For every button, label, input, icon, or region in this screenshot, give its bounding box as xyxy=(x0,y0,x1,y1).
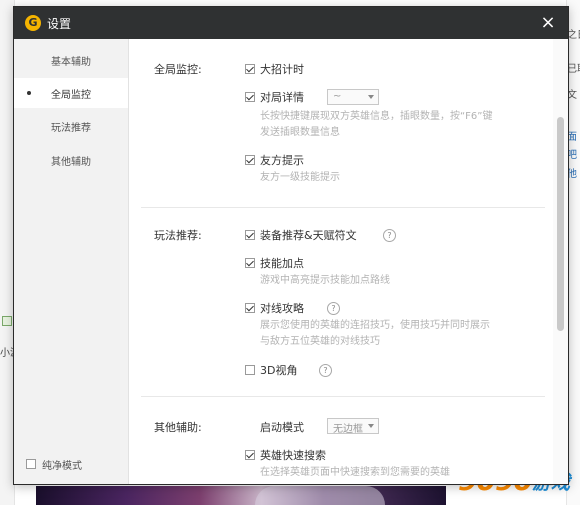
help-icon[interactable]: ? xyxy=(327,302,340,315)
option-description: 与敌方五位英雄的对线技巧 xyxy=(260,336,380,347)
pure-mode-label: 纯净模式 xyxy=(42,461,82,472)
checkbox-checked[interactable] xyxy=(245,450,255,460)
settings-dialog: G 设置 × 基本辅助 全局监控 玩法推荐 其他辅助 纯净模式 全局监控: 大招… xyxy=(13,6,569,485)
option-label: 装备推荐&天赋符文 xyxy=(260,229,357,242)
option-label: 3D视角 xyxy=(260,364,298,377)
app-logo-icon: G xyxy=(25,15,41,31)
option-description: 友方一级技能提示 xyxy=(260,172,340,183)
option-label: 对线攻略 xyxy=(260,302,304,315)
help-icon[interactable]: ? xyxy=(383,229,396,242)
section-title-recommend: 玩法推荐: xyxy=(154,229,202,242)
hotkey-dropdown[interactable]: ~ xyxy=(327,89,379,105)
launch-mode-label: 启动模式 xyxy=(260,421,304,434)
option-description: 长按快捷键展现双方英雄信息，插眼数量，按“F6”键 xyxy=(260,111,493,122)
option-label: 技能加点 xyxy=(260,257,304,270)
sidebar-item-recommend[interactable]: 玩法推荐 xyxy=(14,111,128,141)
checkbox-unchecked[interactable] xyxy=(245,365,255,375)
section-title-monitor: 全局监控: xyxy=(154,63,202,76)
option-description: 游戏中高亮提示技能加点路线 xyxy=(260,275,390,286)
sidebar-item-label: 基本辅助 xyxy=(51,57,91,68)
close-button[interactable]: × xyxy=(538,13,558,33)
background-banner-figure xyxy=(255,486,385,505)
checkbox-checked[interactable] xyxy=(245,303,255,313)
pure-mode-checkbox[interactable] xyxy=(26,459,36,469)
sidebar-item-label: 全局监控 xyxy=(51,90,91,101)
sidebar-item-other[interactable]: 其他辅助 xyxy=(14,145,128,175)
section-divider xyxy=(141,396,545,397)
sidebar-item-basic[interactable]: 基本辅助 xyxy=(14,45,128,75)
dropdown-value: 无边框 xyxy=(333,424,363,435)
sidebar-item-label: 其他辅助 xyxy=(51,157,91,168)
help-icon[interactable]: ? xyxy=(319,364,332,377)
dialog-titlebar[interactable]: G 设置 × xyxy=(14,7,568,39)
checkbox-checked[interactable] xyxy=(245,258,255,268)
section-divider xyxy=(141,207,545,208)
option-label: 对局详情 xyxy=(260,91,304,104)
checkbox-checked[interactable] xyxy=(245,92,255,102)
settings-content: 全局监控: 大招计时 对局详情 ~ 长按快捷键展现双方英雄信息，插眼数量，按“F… xyxy=(129,39,553,484)
option-label: 友方提示 xyxy=(260,154,304,167)
dropdown-value: ~ xyxy=(333,91,342,102)
option-label: 英雄快速搜索 xyxy=(260,449,326,462)
section-title-other: 其他辅助: xyxy=(154,421,202,434)
launch-mode-dropdown[interactable]: 无边框 xyxy=(327,418,379,435)
checkbox-checked[interactable] xyxy=(245,155,255,165)
chevron-down-icon xyxy=(368,95,374,99)
checkbox-checked[interactable] xyxy=(245,230,255,240)
checkbox-checked[interactable] xyxy=(245,64,255,74)
dialog-title: 设置 xyxy=(47,17,72,31)
background-image-icon xyxy=(2,316,12,326)
content-scrollbar[interactable] xyxy=(553,39,568,484)
option-description: 展示您使用的英雄的连招技巧，使用技巧并同时展示 xyxy=(260,320,490,331)
sidebar-item-label: 玩法推荐 xyxy=(51,123,91,134)
scrollbar-thumb[interactable] xyxy=(557,117,564,331)
chevron-down-icon xyxy=(368,424,374,428)
active-indicator-dot xyxy=(27,91,31,95)
option-label: 大招计时 xyxy=(260,63,304,76)
sidebar-item-monitor[interactable]: 全局监控 xyxy=(14,78,128,108)
option-description: 在选择英雄页面中快速搜索到您需要的英雄 xyxy=(260,467,450,478)
option-description: 发送插眼数量信息 xyxy=(260,127,340,138)
settings-sidebar: 基本辅助 全局监控 玩法推荐 其他辅助 纯净模式 xyxy=(14,39,129,484)
